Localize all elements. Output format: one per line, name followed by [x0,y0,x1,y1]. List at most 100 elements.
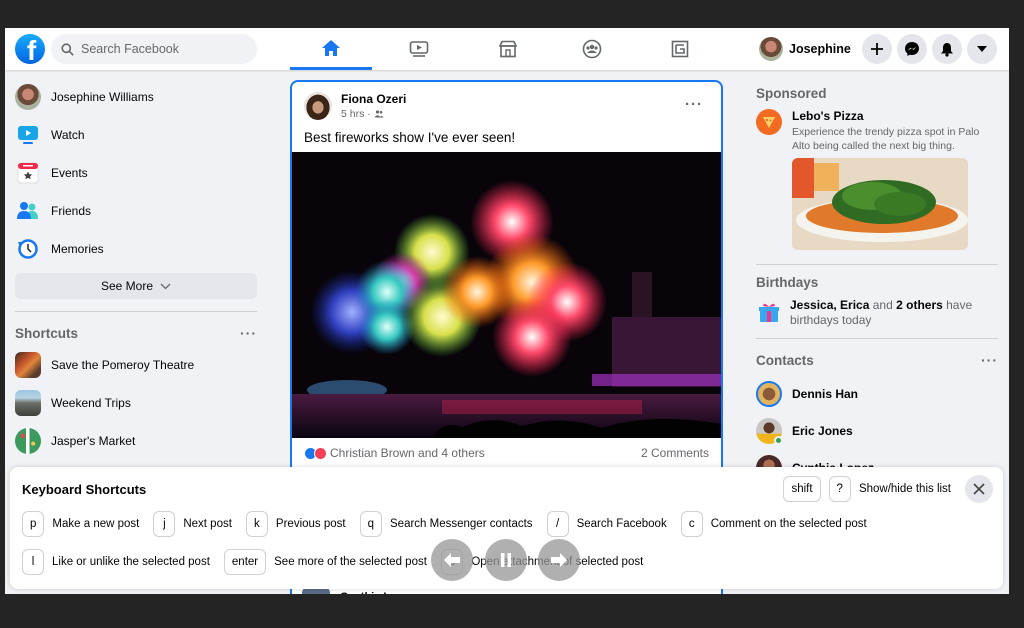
messenger-button[interactable] [897,34,927,64]
shortcut-label: Weekend Trips [51,396,131,410]
pause-icon [501,553,511,567]
contact-name: Eric Jones [792,423,853,438]
author-name[interactable]: Fiona Ozeri [341,92,406,106]
post-photo[interactable] [292,152,721,438]
next-author-name: Cynthia Lopez [340,591,415,594]
birthdays-title: Birthdays [756,275,819,290]
memories-icon [18,239,38,259]
author-avatar[interactable] [304,92,332,120]
sidebar-item-profile[interactable]: Josephine Williams [15,78,257,116]
shortcut-entry: k Previous post [245,511,346,537]
tab-home[interactable] [290,28,372,70]
top-bar: f Search Facebook Josephine [5,28,1009,70]
shortcut-label: Jasper's Market [51,434,136,448]
divider [756,338,998,339]
divider [756,264,998,265]
search-icon [61,42,74,56]
sidebar-item-label: Josephine Williams [51,90,154,104]
logo-glyph: f [26,35,37,65]
shortcuts-title: Shortcuts [15,325,79,341]
more-options-icon[interactable]: ··· [981,352,998,368]
contact-item[interactable]: Dennis Han [756,375,998,412]
ad-image[interactable] [792,158,968,250]
search-input[interactable]: Search Facebook [51,34,257,64]
tab-watch[interactable] [378,28,460,70]
tab-marketplace[interactable] [467,28,549,70]
shortcut-item[interactable]: Weekend Trips [15,384,257,422]
post-options-icon[interactable]: ··· [685,96,703,113]
birthday-and: and [869,298,897,312]
shortcut-entry: l Like or unlike the selected post [22,549,210,575]
shortcut-key: c [680,511,703,537]
notifications-button[interactable] [932,34,962,64]
shortcut-desc: Previous post [275,518,346,530]
sidebar-item-watch[interactable]: Watch [15,116,257,154]
birthday-notice[interactable]: Jessica, Erica and 2 others have birthda… [756,298,998,328]
shortcut-desc: See more of the selected post [274,556,427,568]
gaming-icon [671,40,689,58]
see-more-button[interactable]: See More [15,273,257,299]
plus-icon [871,43,883,55]
sponsored-ad[interactable]: Lebo's Pizza Experience the trendy pizza… [756,109,998,153]
sidebar-item-label: Friends [51,204,92,218]
post-text: Best fireworks show I've ever seen! [304,130,516,145]
toggle-shortcut: shift ? Show/hide this list [783,476,951,502]
profile-button[interactable]: Josephine [759,37,851,61]
post-time[interactable]: 5 hrs · [341,108,371,120]
post-stats: Christian Brown and 4 others 2 Comments [304,446,709,460]
divider [15,311,257,312]
close-shortcuts-button[interactable] [965,475,993,503]
key-shift: shift [783,476,821,502]
shortcut-thumbnail [15,390,41,416]
more-options-icon[interactable]: ··· [240,325,257,341]
avatar [15,84,41,110]
shortcut-entry: q Search Messenger contacts [359,511,533,537]
left-sidebar: Josephine Williams Watch Events Friends … [15,78,257,460]
tab-groups[interactable] [551,28,633,70]
home-icon [322,39,340,56]
see-more-label: See More [100,279,154,293]
sidebar-item-events[interactable]: Events [15,154,257,192]
post-meta: 5 hrs · [341,108,406,120]
toggle-label: Show/hide this list [858,483,951,495]
user-name: Josephine [789,42,851,56]
forward-icon [551,553,567,567]
shortcut-desc: Search Messenger contacts [390,518,533,530]
shortcut-entry: p Make a new post [22,511,139,537]
contact-item[interactable]: Eric Jones [756,412,998,449]
shortcuts-row: p Make a new post j Next post k Previous po… [22,511,881,537]
sidebar-item-memories[interactable]: Memories [15,230,257,268]
ad-name: Lebo's Pizza [792,109,864,123]
account-menu-button[interactable] [967,34,997,64]
facebook-logo[interactable]: f [15,34,45,64]
marketplace-icon [498,40,518,58]
shortcut-desc: Like or unlike the selected post [52,556,210,568]
reactions-text: Christian Brown and 4 others [330,446,485,460]
reactions-summary[interactable]: Christian Brown and 4 others [304,446,485,460]
tab-gaming[interactable] [639,28,721,70]
sidebar-item-friends[interactable]: Friends [15,192,257,230]
shortcut-item[interactable]: Save the Pomeroy Theatre [15,346,257,384]
shortcut-label: Save the Pomeroy Theatre [51,358,195,372]
close-icon [973,483,985,495]
back-button[interactable] [431,539,473,581]
back-icon [444,553,460,567]
post-header: Fiona Ozeri 5 hrs · [304,92,406,120]
create-button[interactable] [862,34,892,64]
search-placeholder: Search Facebook [81,42,179,56]
messenger-icon [905,42,919,56]
contact-avatar [756,380,782,407]
comments-count[interactable]: 2 Comments [641,446,709,460]
shortcut-entry: c Comment on the selected post [680,511,867,537]
key-question: ? [828,476,851,502]
shortcuts-header: Shortcuts ··· [15,322,257,344]
shortcut-item[interactable]: Jasper's Market [15,422,257,460]
friends-icon [17,202,38,219]
sidebar-item-label: Memories [51,242,104,256]
pause-button[interactable] [485,539,527,581]
shortcuts-panel-title: Keyboard Shortcuts [22,482,147,497]
shortcut-desc: Next post [183,518,232,530]
forward-button[interactable] [538,539,580,581]
shortcut-key: / [546,511,569,537]
birthday-names: Jessica, Erica [790,298,870,312]
